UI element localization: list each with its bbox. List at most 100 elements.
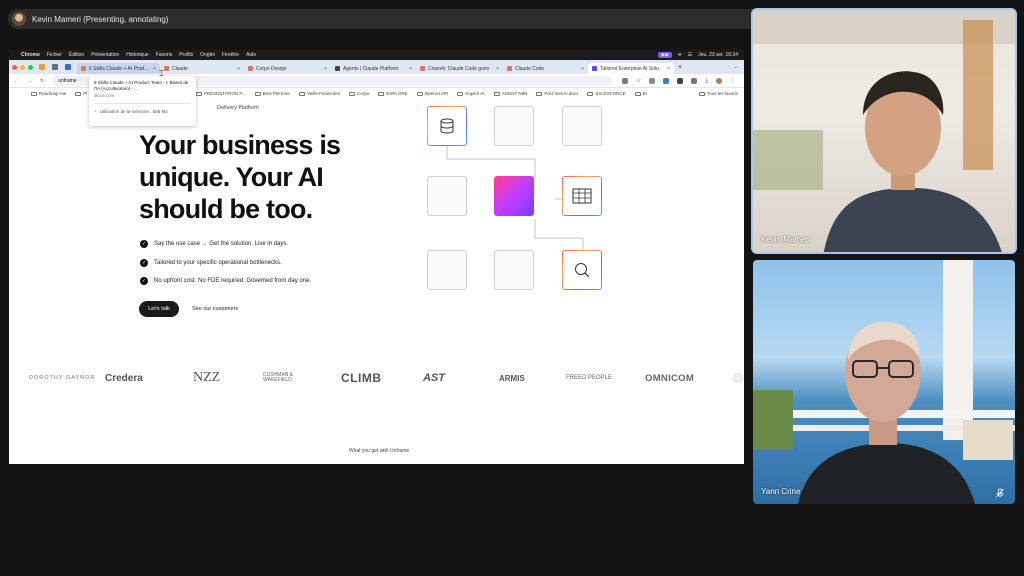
menu-onglet[interactable]: Onglet — [200, 52, 215, 58]
menu-profils[interactable]: Profils — [179, 52, 193, 58]
extensions-puzzle-icon[interactable] — [691, 77, 698, 84]
presenter-avatar — [12, 12, 26, 26]
forward-icon[interactable]: → — [27, 78, 32, 84]
delivery-platform-label[interactable]: Delivery Platform — [217, 105, 259, 111]
tab-claude-code[interactable]: Claude Code × — [503, 63, 588, 74]
folder-icon — [416, 91, 423, 96]
bookmark-item[interactable]: OpenAI API — [416, 91, 449, 96]
tab-label: Claude — [172, 65, 188, 72]
video-tile-kevin[interactable]: Kevin Mameri — [751, 8, 1017, 254]
video-tile-yann[interactable]: Yann Crine — [753, 260, 1015, 504]
bookmark-item[interactable]: Veille Financière — [299, 91, 340, 96]
logo-carousel-next-button[interactable] — [733, 373, 743, 383]
bookmark-item[interactable]: Best PM Ever — [254, 91, 290, 96]
menu-fenetre[interactable]: Fenêtre — [222, 52, 239, 58]
close-tab-icon[interactable]: × — [496, 66, 499, 72]
tab-search-icon[interactable]: ⌄ — [734, 64, 738, 70]
maximize-window-icon[interactable] — [28, 64, 33, 70]
bookmark-item[interactable]: BI — [634, 91, 647, 96]
menu-edition[interactable]: Édition — [69, 52, 84, 58]
wifi-icon[interactable]: ≋ — [678, 52, 682, 58]
bookmark-item[interactable]: Prez GenAI.docx — [536, 91, 578, 96]
bookmark-label: AGENT N8N — [501, 91, 528, 96]
all-bookmarks-button[interactable]: Tous les favoris — [698, 91, 738, 96]
menu-presentation[interactable]: Présentation — [91, 52, 119, 58]
tab-label: Agents | Claude Platform — [343, 65, 399, 72]
tab-hover-title: 6 Skills Claude + AI Product Team - I. B… — [94, 80, 189, 91]
close-tab-icon[interactable]: × — [667, 66, 670, 72]
folder-icon — [378, 91, 385, 96]
back-icon[interactable]: ← — [14, 78, 19, 84]
menubar-status: ◉◉ ≋ ☰ Jeu. 23 avr. 16:34 — [657, 52, 738, 58]
tab-cowork[interactable]: Cowork: Claude Code goes × — [416, 63, 503, 74]
close-tab-icon[interactable]: × — [409, 66, 412, 72]
browser-tabbar: 6 Skills Claude + AI Product Team × Clau… — [9, 60, 744, 74]
bookmark-item[interactable]: EXPLORE — [378, 91, 408, 96]
menubar-datetime[interactable]: Jeu. 23 avr. 16:34 — [698, 52, 738, 58]
tab-hover-memory-text: Utilisation de la mémoire : 586 Mo — [99, 109, 168, 114]
translate-icon[interactable] — [621, 77, 628, 84]
check-icon: ✓ — [140, 277, 148, 286]
menu-fichier[interactable]: Fichier — [47, 52, 62, 58]
hero-line: should be too. — [139, 194, 313, 224]
empty-node — [427, 176, 467, 216]
extension-icon[interactable] — [677, 77, 684, 84]
section-tab[interactable]: What you get with Unframe — [329, 443, 429, 457]
see-customers-link[interactable]: See our customers — [192, 306, 238, 312]
bookmark-label: Copilot IA — [465, 91, 485, 96]
bookmark-item[interactable]: Corpo — [349, 91, 369, 96]
close-tab-icon[interactable]: × — [153, 66, 156, 72]
tab-corpo-design[interactable]: Corpo Design × — [244, 63, 331, 74]
close-window-icon[interactable] — [12, 64, 17, 70]
url-text: unframe — [58, 77, 77, 84]
database-node — [427, 106, 467, 146]
screen-recording-icon[interactable]: ◉◉ — [657, 52, 672, 58]
pinned-tab-icon[interactable] — [65, 64, 71, 70]
profile-avatar-icon[interactable] — [716, 77, 722, 84]
hero-title: Your business is unique. Your AI should … — [139, 129, 374, 225]
ai-core-node — [494, 176, 534, 216]
new-tab-button[interactable]: + — [678, 64, 682, 71]
menu-favoris[interactable]: Favoris — [156, 52, 172, 58]
folder-icon — [195, 91, 202, 96]
bookmark-item[interactable]: Pl — [75, 91, 87, 96]
reload-icon[interactable]: ↻ — [40, 78, 44, 84]
benefit-list: ✓ Say the use case → Get the solution. Li… — [140, 235, 311, 291]
bookmark-item[interactable]: SALESFORCE — [587, 91, 626, 96]
hero-line: unique. Your AI — [139, 162, 324, 192]
bookmark-item[interactable]: Roadmap AIe — [31, 91, 66, 96]
extension-icon[interactable] — [663, 77, 670, 84]
benefit-text: Say the use case → Get the solution. Liv… — [154, 241, 289, 248]
bookmark-label: OpenAI API — [424, 91, 449, 96]
lets-talk-button[interactable]: Let's talk — [139, 301, 179, 317]
tab-agents-platform[interactable]: Agents | Claude Platform × — [331, 63, 416, 74]
menu-aide[interactable]: Aide — [246, 52, 256, 58]
tab-tailored-enterprise[interactable]: Tailored Enterprise AI Solu × — [588, 63, 674, 74]
tab-favicon-icon — [248, 66, 253, 71]
minimize-window-icon[interactable] — [20, 64, 25, 70]
close-tab-icon[interactable]: × — [324, 66, 327, 72]
bookmark-star-icon[interactable]: ☆ — [636, 78, 641, 84]
tab-skills-claude[interactable]: 6 Skills Claude + AI Product Team × — [77, 63, 160, 74]
menu-historique[interactable]: Historique — [126, 52, 149, 58]
tab-favicon-icon — [507, 66, 512, 71]
bookmark-item[interactable]: AGENT N8N — [493, 91, 528, 96]
close-tab-icon[interactable]: × — [581, 66, 584, 72]
pinned-tab-icon[interactable] — [52, 64, 58, 70]
download-icon[interactable]: ⤓ — [705, 78, 708, 84]
extension-icon[interactable] — [649, 77, 656, 84]
close-tab-icon[interactable]: × — [237, 66, 240, 72]
menu-app-name[interactable]: Chrome — [21, 52, 40, 58]
tab-claude[interactable]: Claude × — [160, 63, 244, 74]
empty-node — [562, 106, 602, 146]
control-center-icon[interactable]: ☰ — [688, 52, 692, 58]
microphone-muted-icon — [996, 488, 1004, 498]
memory-icon: ◔ — [94, 109, 97, 114]
pinned-tab-icon[interactable] — [39, 64, 45, 70]
bookmark-item[interactable]: Copilot IA — [457, 91, 485, 96]
browser-menu-icon[interactable]: ⋮ — [730, 78, 736, 84]
meeting-window: Kevin Mameri (Presenting, annotating) Ch… — [0, 0, 1024, 576]
bookmark-item[interactable]: PRÉSENTATION P... — [195, 91, 246, 96]
bookmark-label: SALESFORCE — [595, 91, 626, 96]
tab-label: 6 Skills Claude + AI Product Team — [89, 65, 151, 72]
